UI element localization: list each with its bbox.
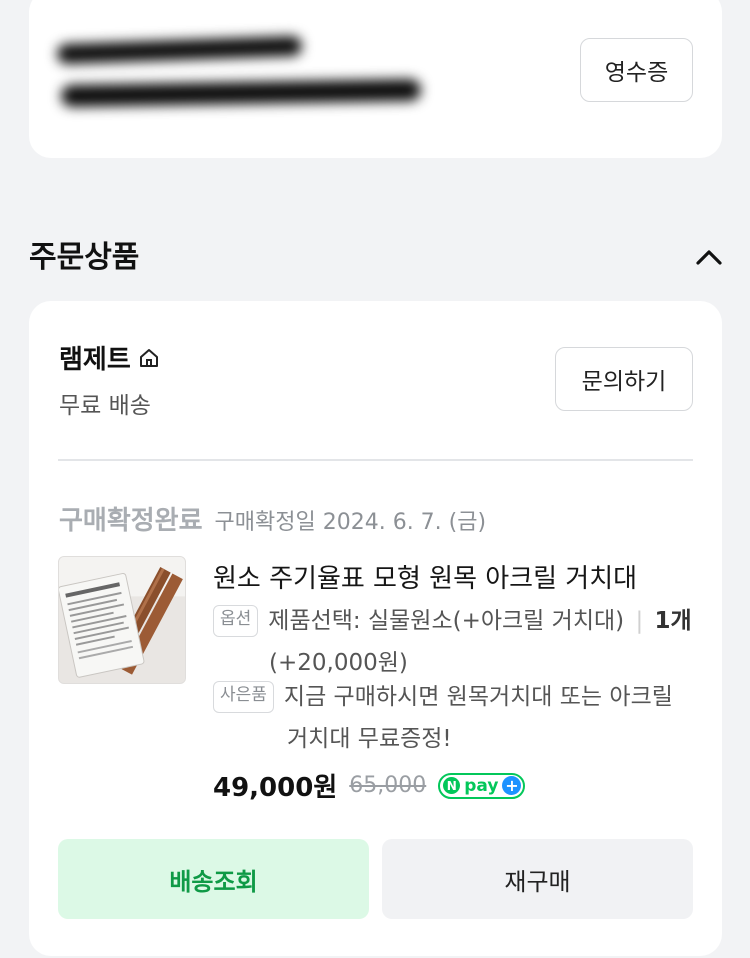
section-title: 주문상품 (29, 240, 140, 275)
sale-price: 49,000원 (213, 773, 338, 803)
price-row: 49,000원 65,000 N pay + (213, 767, 526, 804)
order-product-card: 램제트 무료 배송 문의하기 구매확정완료 구매확정일 2024. 6. 7. … (29, 301, 722, 956)
option-price: (+20,000원) (269, 650, 408, 676)
product-thumbnail[interactable] (58, 556, 186, 684)
chevron-up-icon[interactable] (692, 244, 726, 268)
inquiry-button[interactable]: 문의하기 (555, 347, 693, 411)
gift-text: 지금 구매하시면 원목거치대 또는 아크릴 (283, 684, 673, 710)
option-text: 제품선택: 실물원소(+아크릴 거치대) (268, 608, 625, 634)
option-tag: 옵션 (213, 605, 259, 637)
product-name[interactable]: 원소 주기율표 모형 원목 아크릴 거치대 (213, 558, 637, 595)
npay-text: pay (464, 775, 499, 796)
quantity: 1개 (654, 608, 692, 634)
order-status: 구매확정완료 (59, 506, 203, 536)
redacted-order-number (60, 78, 422, 108)
home-icon (139, 348, 158, 367)
npay-plus-icon[interactable]: N pay + (438, 772, 526, 799)
rebuy-button[interactable]: 재구매 (382, 839, 693, 919)
npay-letter: N (443, 777, 461, 794)
gift-text-continued: 거치대 무료증정! (287, 726, 452, 752)
order-status-line: 구매확정완료 구매확정일 2024. 6. 7. (금) (59, 500, 486, 537)
divider (58, 459, 693, 461)
gift-row: 사은품 지금 구매하시면 원목거치대 또는 아크릴 (213, 681, 673, 713)
redacted-order-date (56, 35, 303, 65)
order-info-card: 영수증 (29, 0, 722, 158)
plus-icon: + (502, 776, 522, 795)
option-row: 옵션 제품선택: 실물원소(+아크릴 거치대) | 1개 (213, 605, 692, 637)
track-delivery-button[interactable]: 배송조회 (58, 839, 369, 919)
shipping-fee: 무료 배송 (59, 393, 151, 419)
receipt-button[interactable]: 영수증 (580, 38, 693, 102)
confirm-date: 구매확정일 2024. 6. 7. (금) (214, 510, 487, 535)
original-price: 65,000 (349, 773, 427, 798)
gift-tag: 사은품 (213, 681, 274, 713)
seller-name: 램제트 (59, 345, 131, 375)
seller-store-link[interactable]: 램제트 (59, 339, 161, 376)
